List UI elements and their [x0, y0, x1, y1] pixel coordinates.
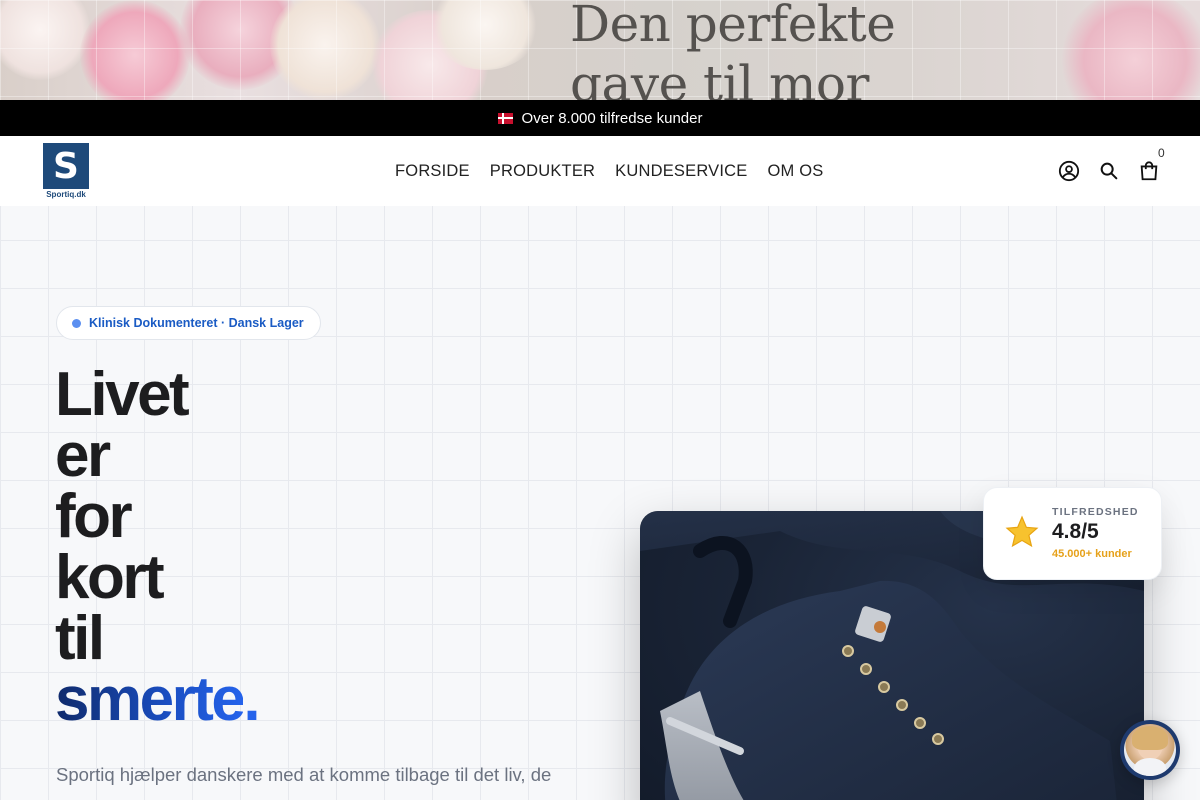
support-avatar: [1124, 724, 1176, 776]
banner-headline: Den perfekte gave til mor: [570, 0, 896, 100]
cart-icon[interactable]: 0: [1138, 146, 1165, 182]
site-logo[interactable]: S Sportiq.dk: [43, 143, 89, 201]
nav-item-produkter[interactable]: PRODUKTER: [480, 162, 605, 181]
headline-accent: smerte: [55, 665, 246, 734]
headline-line: til: [55, 604, 105, 673]
rating-customers: 45.000+ kunder: [1052, 548, 1132, 560]
promo-banner[interactable]: Den perfekte gave til mor: [0, 0, 1200, 100]
badge-dot: [72, 318, 81, 328]
headline-line: kort: [55, 543, 165, 612]
nav-item-kundeservice[interactable]: KUNDESERVICE: [605, 162, 757, 181]
hero-subtext: Sportiq hjælper danskere med at komme ti…: [56, 764, 552, 785]
danish-flag-icon: [497, 112, 513, 124]
rating-label: TILFREDSHED: [1052, 506, 1139, 518]
headline-accent-line: smerte.: [55, 669, 261, 731]
headline-line: for: [55, 482, 133, 551]
headline-line: er: [55, 421, 111, 490]
logo-mark: S: [43, 143, 89, 189]
announcement-text: Over 8.000 tilfredse kunder: [521, 109, 703, 127]
headline-dot: .: [243, 665, 260, 734]
cart-count: 0: [1158, 146, 1165, 160]
site-header: S Sportiq.dk FORSIDE PRODUKTER KUNDESERV…: [0, 136, 1200, 206]
search-icon[interactable]: [1098, 160, 1120, 182]
trust-badge-text: Klinisk Dokumenteret · Dansk Lager: [89, 316, 304, 330]
banner-line-2: gave til mor: [570, 55, 869, 100]
rating-score: 4.8/5: [1052, 520, 1099, 543]
satisfaction-card: TILFREDSHED 4.8/5 45.000+ kunder: [983, 487, 1162, 580]
main-nav: FORSIDE PRODUKTER KUNDESERVICE OM OS: [385, 136, 833, 206]
logo-text: Sportiq.dk: [46, 190, 86, 199]
hero-section: Klinisk Dokumenteret · Dansk Lager Livet…: [0, 206, 1200, 800]
nav-item-om-os[interactable]: OM OS: [757, 162, 833, 181]
hero-headline: Livet er for kort til smerte.: [55, 360, 261, 731]
header-actions: 0: [1058, 136, 1165, 206]
star-icon: [1005, 515, 1039, 548]
trust-badge: Klinisk Dokumenteret · Dansk Lager: [56, 306, 321, 340]
nav-item-forside[interactable]: FORSIDE: [385, 162, 480, 181]
announcement-bar: Over 8.000 tilfredse kunder: [0, 100, 1200, 136]
account-icon[interactable]: [1058, 160, 1080, 182]
chat-support-button[interactable]: [1120, 720, 1180, 780]
headline-line: Livet: [55, 360, 190, 429]
banner-line-1: Den perfekte: [570, 0, 896, 53]
